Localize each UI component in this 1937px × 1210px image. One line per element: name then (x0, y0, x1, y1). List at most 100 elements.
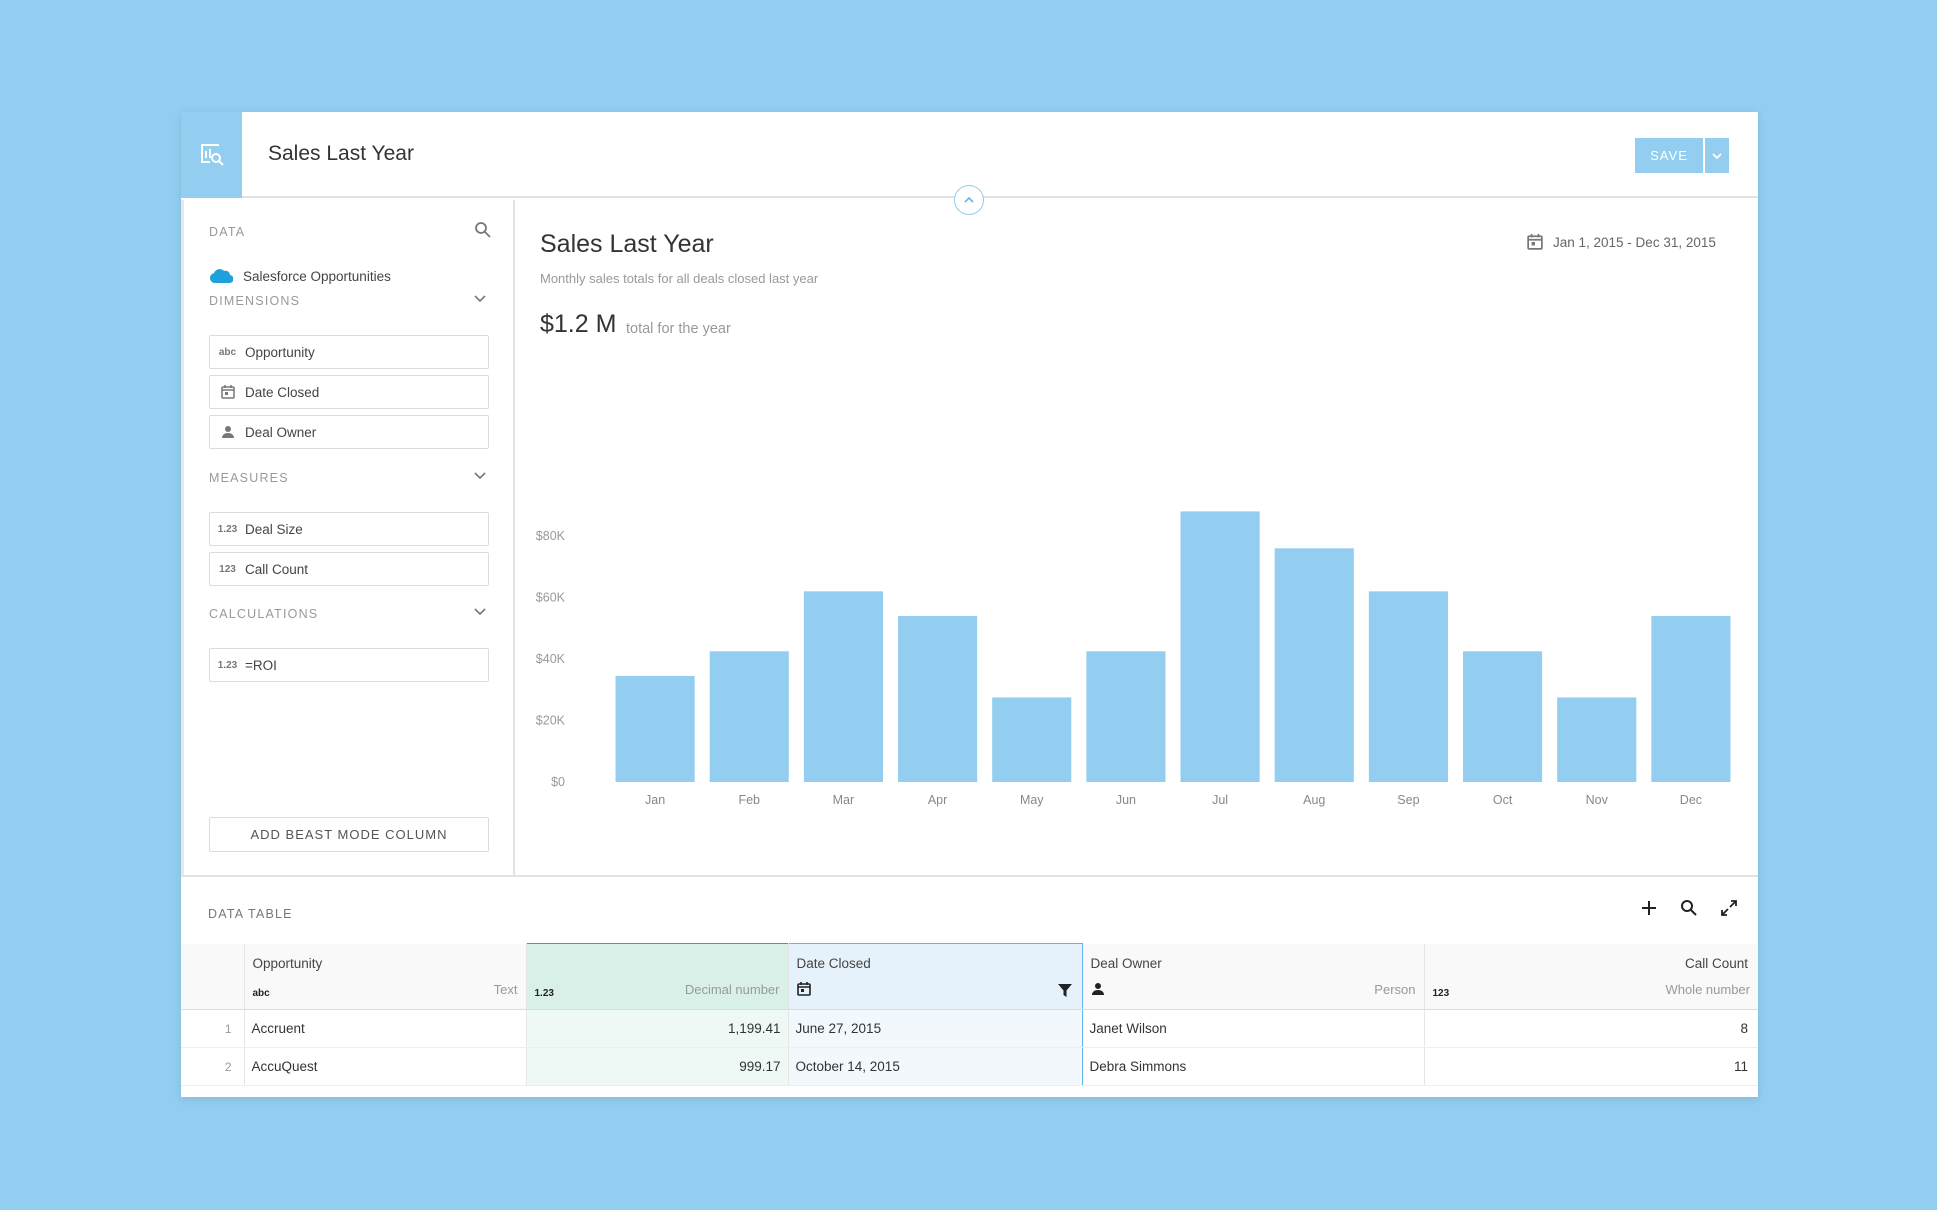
salesforce-cloud-icon (210, 269, 233, 284)
bar-nov[interactable] (1557, 697, 1637, 782)
text-type-icon: abc (218, 346, 237, 358)
save-button[interactable]: SAVE (1635, 138, 1703, 173)
bar-dec[interactable] (1651, 615, 1731, 782)
column-header-deal-size[interactable]: 1.23 Decimal number (525, 943, 789, 1010)
measures-section-label: MEASURES (209, 471, 289, 485)
decimal-type-icon: 1.23 (217, 659, 238, 671)
column-name: Opportunity (252, 955, 323, 971)
person-icon (1091, 982, 1105, 999)
column-type: Decimal number (684, 982, 780, 997)
analyzer-icon[interactable] (181, 112, 242, 198)
page-title[interactable]: Sales Last Year (268, 142, 414, 166)
table-row[interactable]: 2 AccuQuest 999.17 October 14, 2015 Debr… (181, 1047, 1758, 1086)
data-source[interactable]: Salesforce Opportunities (209, 268, 391, 284)
add-beast-mode-column-button[interactable]: ADD BEAST MODE COLUMN (209, 817, 489, 852)
dimension-deal-owner[interactable]: Deal Owner (209, 415, 489, 449)
field-label: =ROI (245, 657, 277, 673)
calculations-section-label: CALCULATIONS (209, 607, 319, 621)
column-type: Person (1374, 982, 1416, 997)
date-range-text: Jan 1, 2015 - Dec 31, 2015 (1553, 234, 1716, 250)
decimal-type-icon: 1.23 (217, 523, 238, 535)
table-header-row: Opportunity abc Text 1.23 Decimal number… (181, 943, 1758, 1010)
chart-title[interactable]: Sales Last Year (540, 230, 714, 259)
cell-opportunity[interactable]: AccuQuest (244, 1047, 527, 1086)
chart-subtitle[interactable]: Monthly sales totals for all deals close… (540, 271, 818, 286)
dimension-date-closed[interactable]: Date Closed (209, 375, 489, 409)
dimension-opportunity[interactable]: abc Opportunity (209, 335, 489, 369)
column-header-opportunity[interactable]: Opportunity abc Text (244, 943, 527, 1010)
cell-deal-size[interactable]: 1,199.41 (525, 1009, 789, 1048)
measure-deal-size[interactable]: 1.23 Deal Size (209, 512, 489, 546)
cell-deal-size[interactable]: 999.17 (525, 1047, 789, 1086)
row-number: 2 (181, 1047, 245, 1086)
bar-feb[interactable] (709, 651, 789, 782)
save-options-dropdown[interactable] (1705, 138, 1729, 173)
x-tick-label: Aug (1303, 793, 1325, 807)
cell-date-closed[interactable]: October 14, 2015 (787, 1047, 1083, 1086)
cell-call-count[interactable]: 8 (1424, 1009, 1758, 1048)
chevron-down-icon[interactable] (474, 608, 486, 616)
y-tick-label: $40K (536, 652, 566, 666)
dimensions-section-label: DIMENSIONS (209, 294, 301, 308)
collapse-header-button[interactable] (954, 185, 984, 215)
cell-deal-owner[interactable]: Debra Simmons (1082, 1047, 1425, 1086)
column-header-call-count[interactable]: Call Count 123 Whole number (1424, 943, 1758, 1010)
x-tick-label: Sep (1397, 793, 1419, 807)
measure-call-count[interactable]: 123 Call Count (209, 552, 489, 586)
field-label: Deal Size (245, 521, 303, 537)
chevron-down-icon[interactable] (474, 472, 486, 480)
bar-chart: $0 $20K $40K $60K $80K Jan Feb Mar Apr May Jun Jul A… (536, 511, 1731, 807)
row-number: 1 (181, 1009, 245, 1048)
cell-opportunity[interactable]: Accruent (244, 1009, 527, 1048)
integer-type-icon: 123 (1432, 988, 1450, 999)
summary-value: $1.2 M (540, 310, 617, 338)
search-icon[interactable] (1680, 899, 1698, 917)
table-row[interactable]: 1 Accruent 1,199.41 June 27, 2015 Janet … (181, 1009, 1758, 1048)
bar-oct[interactable] (1463, 651, 1543, 782)
text-type-icon: abc (252, 988, 270, 999)
x-tick-label: May (1020, 793, 1044, 807)
bar-jan[interactable] (615, 675, 695, 782)
bar-apr[interactable] (898, 615, 978, 782)
field-label: Deal Owner (245, 424, 317, 440)
add-icon[interactable] (1640, 899, 1658, 917)
summary-label: total for the year (626, 321, 731, 337)
cell-date-closed[interactable]: June 27, 2015 (787, 1009, 1083, 1048)
date-range-picker[interactable]: Jan 1, 2015 - Dec 31, 2015 (1527, 234, 1716, 250)
chart-panel: Sales Last Year Monthly sales totals for… (515, 200, 1758, 875)
data-table-panel: DATA TABLE Opportunity abc Text 1.23 Dec… (181, 875, 1758, 1097)
expand-icon[interactable] (1720, 899, 1738, 917)
data-panel: DATA Salesforce Opportunities DIMENSIONS… (181, 200, 515, 875)
bar-jun[interactable] (1086, 651, 1166, 782)
calculation-roi[interactable]: 1.23 =ROI (209, 648, 489, 682)
column-header-deal-owner[interactable]: Deal Owner Person (1082, 943, 1425, 1010)
bar-sep[interactable] (1368, 591, 1448, 782)
bar-may[interactable] (992, 697, 1072, 782)
row-number-header (181, 943, 245, 1010)
cell-call-count[interactable]: 11 (1424, 1047, 1758, 1086)
x-tick-label: Jan (645, 793, 665, 807)
x-tick-label: Nov (1586, 793, 1609, 807)
data-table-title: DATA TABLE (208, 907, 293, 921)
field-label: Date Closed (245, 384, 320, 400)
filter-icon[interactable] (1057, 983, 1073, 998)
column-header-date-closed[interactable]: Date Closed (787, 943, 1083, 1010)
chevron-down-icon (1712, 152, 1722, 159)
cell-deal-owner[interactable]: Janet Wilson (1082, 1009, 1425, 1048)
chevron-down-icon[interactable] (474, 295, 486, 303)
person-icon (210, 425, 245, 439)
x-tick-label: Jul (1212, 793, 1228, 807)
y-tick-label: $60K (536, 591, 566, 605)
bar-mar[interactable] (803, 591, 883, 782)
x-tick-label: Mar (833, 793, 855, 807)
analyzer-card: Sales Last Year SAVE DATA Salesforce Opp… (181, 112, 1758, 1097)
field-label: Call Count (245, 561, 309, 577)
search-icon[interactable] (474, 221, 492, 239)
bar-aug[interactable] (1274, 548, 1354, 782)
y-tick-label: $80K (536, 529, 566, 543)
bar-jul[interactable] (1180, 511, 1260, 782)
chevron-up-icon (964, 196, 974, 203)
column-name: Call Count (1684, 955, 1748, 971)
column-type: Whole number (1665, 982, 1750, 997)
data-table: Opportunity abc Text 1.23 Decimal number… (181, 943, 1758, 1086)
